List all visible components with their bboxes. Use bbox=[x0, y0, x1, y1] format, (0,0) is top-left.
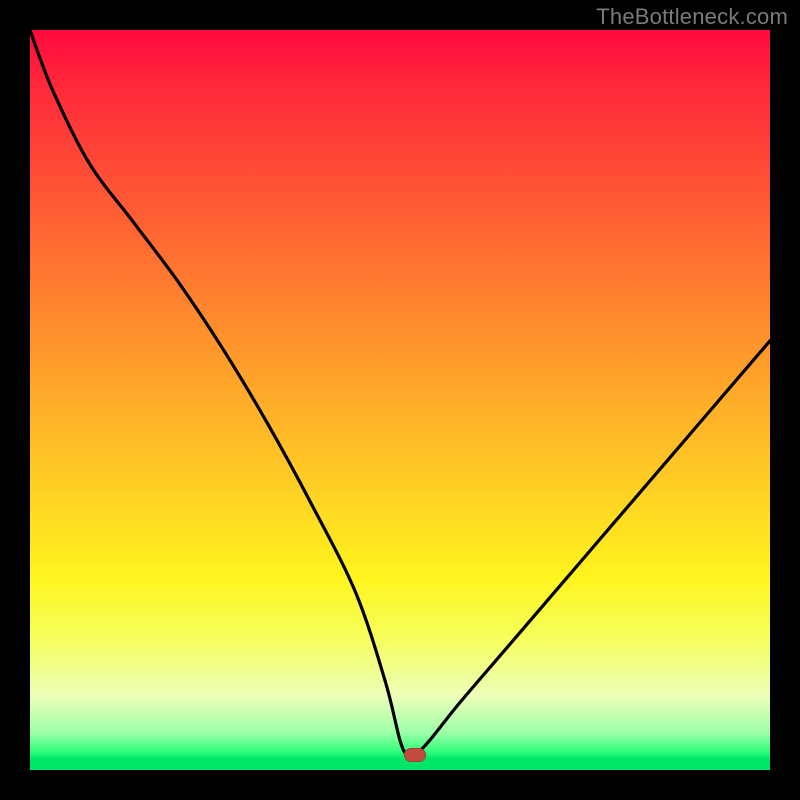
watermark-text: TheBottleneck.com bbox=[596, 4, 788, 30]
curve-path bbox=[30, 30, 770, 757]
chart-frame: TheBottleneck.com bbox=[0, 0, 800, 800]
bottleneck-curve bbox=[30, 30, 770, 770]
plot-area bbox=[30, 30, 770, 770]
min-point-marker bbox=[404, 748, 426, 762]
